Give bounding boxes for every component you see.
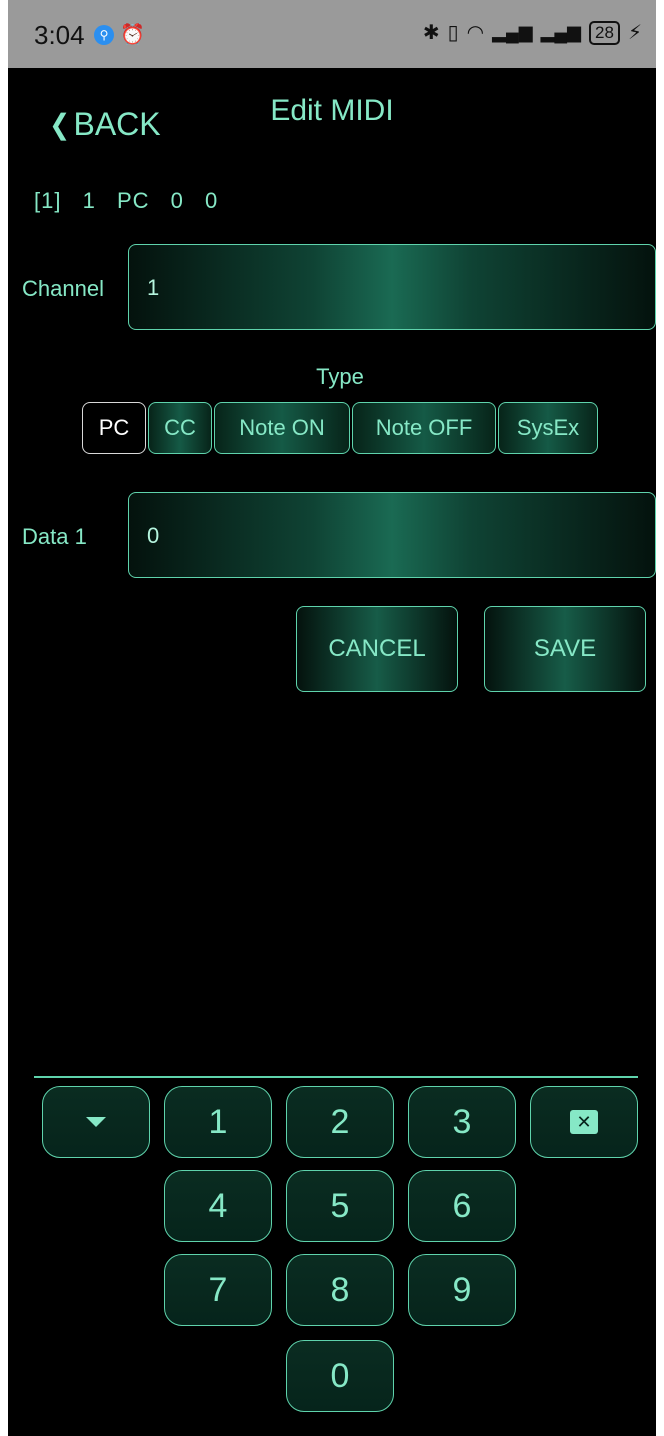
- status-bar: 3:04 ⚲ ⏰ ✱ ▯ ◠ ▂▄▆ ▂▄▆ 28 ⚡: [8, 0, 656, 68]
- backspace-icon: ✕: [570, 1110, 598, 1134]
- keypad-key-0[interactable]: 0: [286, 1340, 394, 1412]
- alarm-icon: ⏰: [120, 24, 145, 46]
- summary-type: PC: [116, 188, 150, 213]
- type-option-pc[interactable]: PC: [82, 402, 146, 454]
- signal-4g-icon: ▂▄▆: [492, 22, 533, 42]
- summary-data1: 0: [170, 188, 184, 213]
- summary-data2: 0: [205, 188, 219, 213]
- status-left-icons: ⚲ ⏰: [94, 22, 145, 47]
- wifi-icon: ◠: [466, 22, 485, 44]
- save-button[interactable]: SAVE: [484, 606, 646, 692]
- channel-value: 1: [147, 275, 160, 300]
- keypad-backspace-button[interactable]: ✕: [530, 1086, 638, 1158]
- type-option-note-on[interactable]: Note ON: [214, 402, 350, 454]
- bluetooth-icon: ✱: [422, 22, 440, 44]
- keypad-key-5[interactable]: 5: [286, 1170, 394, 1242]
- chevron-down-icon: [86, 1117, 106, 1127]
- keypad-hide-button[interactable]: [42, 1086, 150, 1158]
- data1-value: 0: [147, 523, 160, 548]
- status-time: 3:04: [34, 20, 85, 50]
- data1-field[interactable]: 0: [128, 492, 656, 578]
- summary-index: [1]: [34, 188, 62, 213]
- keypad-key-9[interactable]: 9: [408, 1254, 516, 1326]
- keypad-divider: [34, 1076, 638, 1078]
- screen: 3:04 ⚲ ⏰ ✱ ▯ ◠ ▂▄▆ ▂▄▆ 28 ⚡ ❮ BACK Edit …: [8, 0, 656, 1436]
- type-selector: PC CC Note ON Note OFF SysEx: [82, 402, 598, 454]
- data1-label: Data 1: [22, 524, 87, 549]
- charging-icon: ⚡: [627, 22, 642, 44]
- keypad-key-8[interactable]: 8: [286, 1254, 394, 1326]
- keypad-key-3[interactable]: 3: [408, 1086, 516, 1158]
- type-label: Type: [316, 364, 364, 389]
- vibrate-icon: ▯: [447, 22, 459, 44]
- page-title: Edit MIDI: [270, 94, 394, 127]
- type-option-sysex[interactable]: SysEx: [498, 402, 598, 454]
- keypad-key-1[interactable]: 1: [164, 1086, 272, 1158]
- type-option-note-off[interactable]: Note OFF: [352, 402, 496, 454]
- status-right-icons: ✱ ▯ ◠ ▂▄▆ ▂▄▆ 28 ⚡: [423, 20, 642, 45]
- midi-summary: [1] 1 PC 0 0: [34, 188, 232, 214]
- type-option-cc[interactable]: CC: [148, 402, 212, 454]
- keypad-key-6[interactable]: 6: [408, 1170, 516, 1242]
- keypad-key-2[interactable]: 2: [286, 1086, 394, 1158]
- channel-field[interactable]: 1: [128, 244, 656, 330]
- signal-4g-icon: ▂▄▆: [540, 22, 582, 42]
- battery-indicator: 28: [589, 20, 620, 45]
- channel-label: Channel: [22, 276, 104, 301]
- cancel-button[interactable]: CANCEL: [296, 606, 458, 692]
- summary-channel: 1: [82, 188, 96, 213]
- search-dot-icon: ⚲: [94, 24, 114, 45]
- keypad-key-7[interactable]: 7: [164, 1254, 272, 1326]
- keypad-key-4[interactable]: 4: [164, 1170, 272, 1242]
